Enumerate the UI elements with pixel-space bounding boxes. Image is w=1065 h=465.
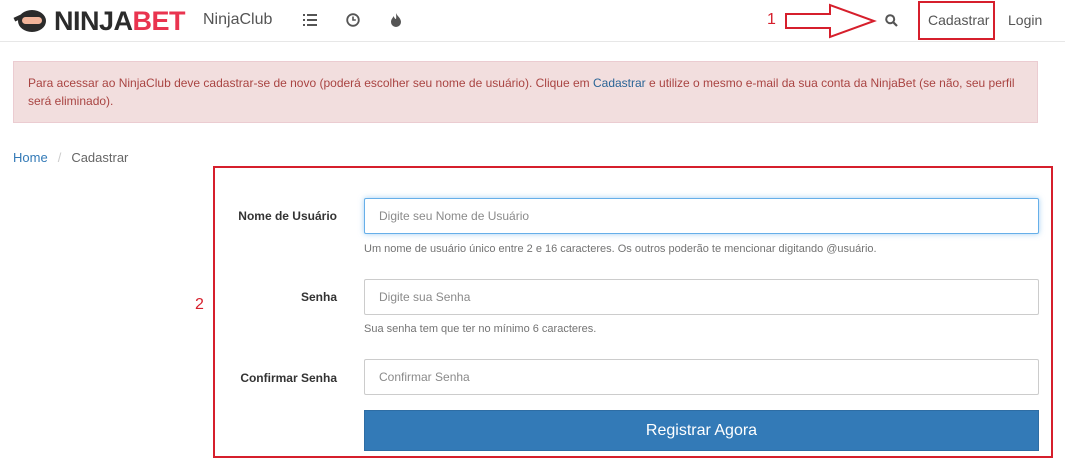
brand-ninjaclub[interactable]: NinjaClub xyxy=(203,11,272,29)
annotation-arrow-icon xyxy=(785,3,877,39)
ninja-head-icon xyxy=(13,8,54,34)
logo-text: NINJABET xyxy=(54,6,186,36)
annotation-box-register xyxy=(918,1,995,40)
password-input[interactable] xyxy=(364,279,1039,315)
confirm-password-label: Confirmar Senha xyxy=(240,371,337,385)
username-label: Nome de Usuário xyxy=(238,209,337,223)
breadcrumb-current: Cadastrar xyxy=(71,150,129,165)
register-now-button[interactable]: Registrar Agora xyxy=(364,410,1039,451)
breadcrumb-home[interactable]: Home xyxy=(13,150,48,165)
username-help: Um nome de usuário único entre 2 e 16 ca… xyxy=(364,243,877,255)
alert-message: Para acessar ao NinjaClub deve cadastrar… xyxy=(13,61,1038,123)
alert-text: Para acessar ao NinjaClub deve cadastrar… xyxy=(28,76,593,90)
password-help: Sua senha tem que ter no mínimo 6 caract… xyxy=(364,323,597,335)
fire-icon[interactable] xyxy=(386,10,406,30)
alert-register-link[interactable]: Cadastrar xyxy=(593,76,646,90)
breadcrumb: Home / Cadastrar xyxy=(13,150,128,165)
navbar: NINJABET NinjaClub Cadastrar Login xyxy=(0,0,1065,42)
clock-icon[interactable] xyxy=(343,10,363,30)
search-icon[interactable] xyxy=(881,10,901,30)
username-input[interactable] xyxy=(364,198,1039,234)
confirm-password-input[interactable] xyxy=(364,359,1039,395)
annotation-number-1: 1 xyxy=(767,11,776,28)
list-icon[interactable] xyxy=(300,10,320,30)
ninjabet-logo[interactable]: NINJABET xyxy=(13,6,186,36)
login-link[interactable]: Login xyxy=(1008,12,1042,28)
password-label: Senha xyxy=(300,290,337,304)
breadcrumb-separator: / xyxy=(57,150,62,165)
